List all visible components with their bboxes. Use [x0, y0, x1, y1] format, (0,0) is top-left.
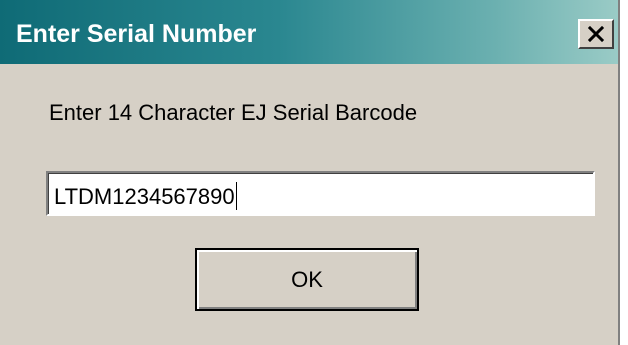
title-bar[interactable]: Enter Serial Number — [0, 0, 618, 64]
serial-number-input[interactable]: LTDM1234567890 — [46, 171, 595, 216]
close-icon — [588, 26, 604, 42]
prompt-label: Enter 14 Character EJ Serial Barcode — [49, 100, 418, 125]
dialog-title: Enter Serial Number — [16, 20, 257, 48]
serial-number-dialog: Enter Serial Number Enter 14 Character E… — [0, 0, 620, 345]
text-caret — [235, 182, 237, 210]
ok-button-label: OK — [291, 266, 323, 292]
serial-number-value: LTDM1234567890 — [54, 184, 235, 209]
close-button[interactable] — [578, 19, 614, 49]
ok-button[interactable]: OK — [195, 248, 419, 311]
